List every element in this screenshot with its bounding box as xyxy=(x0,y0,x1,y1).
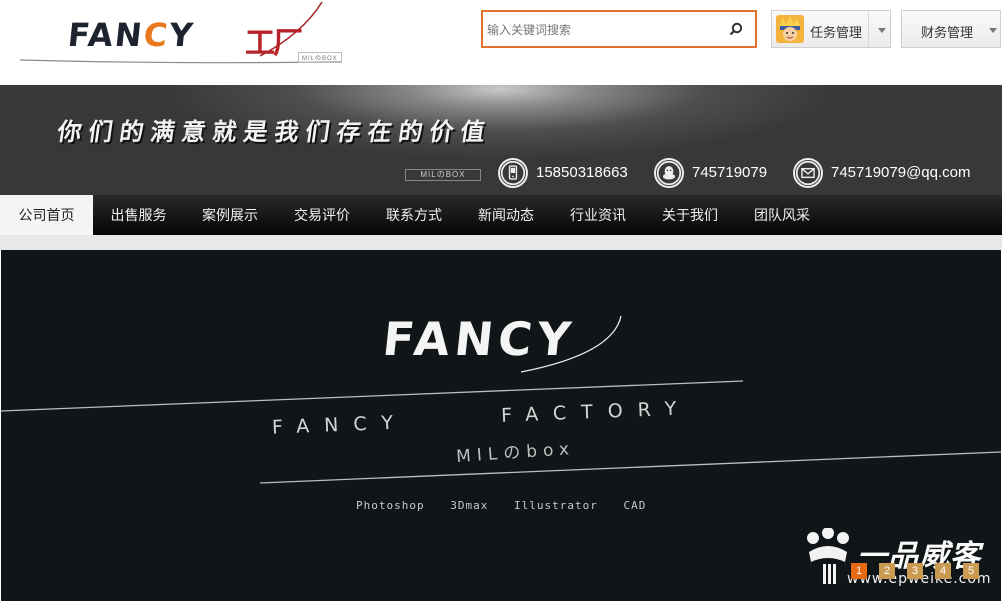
skill-item: Photoshop xyxy=(356,499,425,512)
task-manage-button[interactable]: 任务管理 xyxy=(771,10,891,48)
main-nav: 公司首页 出售服务 案例展示 交易评价 联系方式 新闻动态 行业资讯 关于我们 … xyxy=(0,195,1002,235)
search-icon[interactable] xyxy=(729,22,743,36)
pager-dot-2[interactable]: 2 xyxy=(879,563,895,579)
logo-wordmark: FANCY xyxy=(66,16,196,54)
pager-dot-3[interactable]: 3 xyxy=(907,563,923,579)
chevron-down-icon[interactable] xyxy=(989,28,997,33)
nav-item-contact[interactable]: 联系方式 xyxy=(368,195,460,235)
qq-icon xyxy=(654,158,684,188)
task-manage-label: 任务管理 xyxy=(810,25,863,40)
mobile-phone-icon xyxy=(498,158,528,188)
skill-item: CAD xyxy=(623,499,647,512)
qq-number: 745719079 xyxy=(692,164,768,181)
search-input[interactable] xyxy=(487,19,717,41)
pager-dot-1[interactable]: 1 xyxy=(851,563,867,579)
site-logo[interactable]: FANCY 工厂 MILのBOX xyxy=(20,0,350,70)
nav-item-home[interactable]: 公司首页 xyxy=(0,195,93,235)
logo-small-tag: MILのBOX xyxy=(298,52,342,63)
hero-slider[interactable]: FANCY FANCY FACTORY MILのbox Photoshop 3D… xyxy=(1,250,1001,601)
pager-dot-4[interactable]: 4 xyxy=(935,563,951,579)
hero-logo: FANCY xyxy=(380,312,579,366)
content-gap xyxy=(0,235,1002,250)
finance-manage-button[interactable]: 财务管理 xyxy=(901,10,1001,48)
logo-text-b: Y xyxy=(167,16,197,54)
phone-number: 15850318663 xyxy=(536,164,628,181)
search-box xyxy=(481,10,757,48)
logo-text-a: FAN xyxy=(66,16,146,54)
nav-item-reviews[interactable]: 交易评价 xyxy=(276,195,368,235)
nav-item-services[interactable]: 出售服务 xyxy=(93,195,184,235)
finance-manage-label: 财务管理 xyxy=(921,25,974,40)
nav-item-industry[interactable]: 行业资讯 xyxy=(552,195,644,235)
skill-item: 3Dmax xyxy=(450,499,489,512)
banner-slogan: 你们的满意就是我们存在的价值 xyxy=(55,118,494,146)
header-banner: 你们的满意就是我们存在的价值 MILのBOX 15850318663 74571… xyxy=(0,85,1002,195)
email-address[interactable]: 745719079@qq.com xyxy=(831,164,971,181)
top-header: FANCY 工厂 MILのBOX 任务管理 财务管理 xyxy=(0,0,1002,85)
skill-item: Illustrator xyxy=(513,499,598,512)
logo-cn-text: 工厂 xyxy=(245,26,303,61)
avatar-icon xyxy=(776,15,804,43)
button-divider xyxy=(868,11,869,47)
pager-dot-5[interactable]: 5 xyxy=(963,563,979,579)
nav-item-team[interactable]: 团队风采 xyxy=(736,195,828,235)
nav-item-about[interactable]: 关于我们 xyxy=(644,195,736,235)
mail-icon xyxy=(793,158,823,188)
chevron-down-icon[interactable] xyxy=(878,28,886,33)
hero-skills: Photoshop 3Dmax Illustrator CAD xyxy=(356,499,664,512)
nav-item-cases[interactable]: 案例展示 xyxy=(184,195,276,235)
brand-tag: MILのBOX xyxy=(405,169,481,181)
nav-item-news[interactable]: 新闻动态 xyxy=(460,195,552,235)
